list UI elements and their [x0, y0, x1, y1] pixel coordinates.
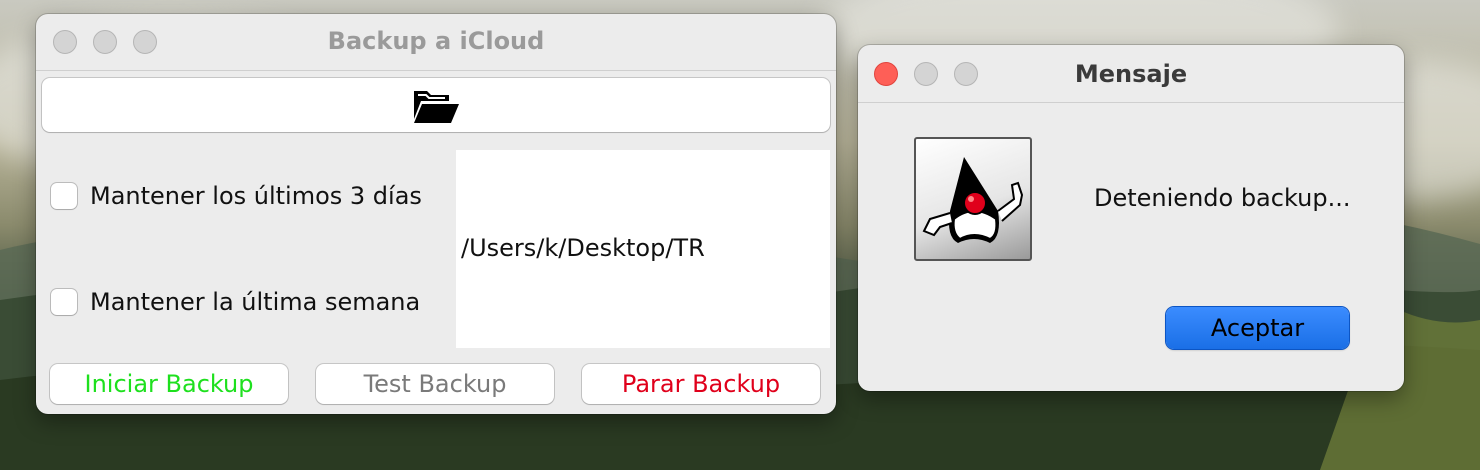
backup-window-titlebar[interactable]: Backup a iCloud — [36, 14, 836, 70]
keep-3-days-label: Mantener los últimos 3 días — [90, 182, 422, 210]
start-backup-button[interactable]: Iniciar Backup — [50, 364, 288, 404]
java-duke-icon — [914, 137, 1032, 261]
stop-backup-label: Parar Backup — [621, 370, 781, 398]
test-backup-label: Test Backup — [363, 370, 507, 398]
keep-3-days-checkbox[interactable] — [51, 183, 77, 209]
window-title: Backup a iCloud — [327, 27, 545, 55]
choose-folder-button[interactable] — [42, 78, 830, 132]
accept-button[interactable]: Aceptar — [1166, 307, 1349, 349]
dialog-title: Mensaje — [1074, 60, 1188, 88]
open-folder-icon — [414, 91, 459, 123]
path-text-area[interactable]: /Users/k/Desktop/TR — [456, 150, 830, 348]
start-backup-label: Iniciar Backup — [84, 370, 254, 398]
message-dialog: Mensaje Deteniendo backup... Aceptar — [858, 45, 1404, 391]
dialog-titlebar[interactable]: Mensaje — [858, 45, 1404, 101]
stop-backup-button[interactable]: Parar Backup — [582, 364, 820, 404]
backup-window: Backup a iCloud Mantener los últimos 3 d… — [36, 14, 836, 414]
dialog-message: Deteniendo backup... — [1094, 184, 1351, 212]
test-backup-button[interactable]: Test Backup — [316, 364, 554, 404]
keep-last-week-label: Mantener la última semana — [90, 288, 421, 316]
dialog-titlebar-divider — [858, 102, 1404, 103]
accept-button-label: Aceptar — [1210, 314, 1305, 342]
path-text: /Users/k/Desktop/TR — [461, 234, 705, 262]
titlebar-divider — [36, 70, 836, 71]
keep-last-week-checkbox[interactable] — [51, 289, 77, 315]
